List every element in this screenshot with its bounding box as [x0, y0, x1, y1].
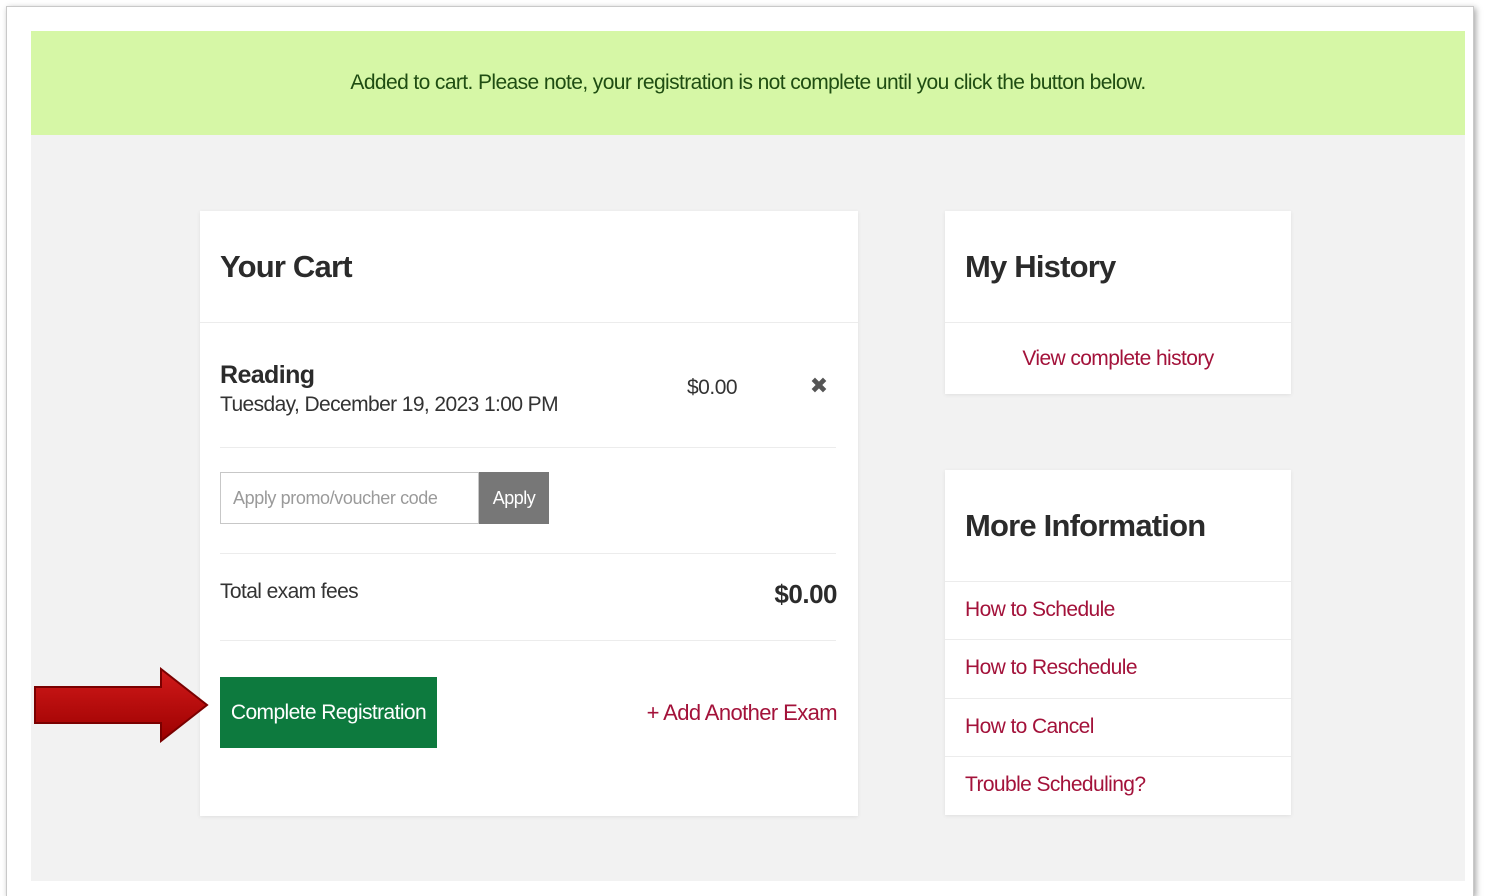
promo-code-input[interactable] [220, 472, 479, 524]
info-link-label: How to Reschedule [965, 656, 1138, 679]
total-value: $0.00 [774, 579, 837, 609]
info-link-label: How to Cancel [965, 715, 1094, 738]
exam-price: $0.00 [687, 376, 738, 399]
history-title: My History [965, 249, 1116, 284]
apply-promo-button[interactable]: Apply [479, 472, 549, 524]
total-label: Total exam fees [220, 580, 359, 603]
info-link-how-to-reschedule[interactable]: How to Reschedule [945, 639, 1291, 697]
item-divider [220, 447, 836, 448]
banner-message: Added to cart. Please note, your registr… [350, 71, 1146, 94]
cart-card: Your Cart Reading Tuesday, December 19, … [200, 211, 858, 816]
total-divider [220, 640, 836, 641]
history-card: My History View complete history [945, 211, 1291, 394]
info-link-how-to-schedule[interactable]: How to Schedule [945, 581, 1291, 639]
exam-name: Reading [220, 361, 315, 389]
add-another-exam-link[interactable]: + Add Another Exam [647, 700, 838, 726]
more-information-title: More Information [965, 508, 1206, 543]
exam-datetime: Tuesday, December 19, 2023 1:00 PM [220, 393, 559, 416]
view-complete-history-link[interactable]: View complete history [945, 347, 1291, 371]
promo-divider [220, 553, 836, 554]
screenshot-frame: Added to cart. Please note, your registr… [6, 6, 1474, 896]
more-information-card: More Information How to Schedule How to … [945, 470, 1291, 815]
added-to-cart-banner: Added to cart. Please note, your registr… [31, 31, 1465, 135]
remove-item-button[interactable]: ✖ [807, 371, 831, 401]
cart-title-divider [200, 322, 858, 323]
info-link-label: How to Schedule [965, 598, 1115, 621]
close-icon: ✖ [809, 373, 829, 398]
cart-title: Your Cart [220, 249, 353, 284]
arrow-right-icon [34, 667, 209, 743]
complete-registration-button[interactable]: Complete Registration [220, 677, 437, 748]
arrow-shape [34, 667, 209, 743]
page-content: Added to cart. Please note, your registr… [31, 31, 1465, 881]
info-link-how-to-cancel[interactable]: How to Cancel [945, 698, 1291, 756]
info-link-trouble-scheduling[interactable]: Trouble Scheduling? [945, 756, 1291, 814]
history-title-divider [945, 322, 1291, 323]
info-link-label: Trouble Scheduling? [965, 773, 1146, 796]
